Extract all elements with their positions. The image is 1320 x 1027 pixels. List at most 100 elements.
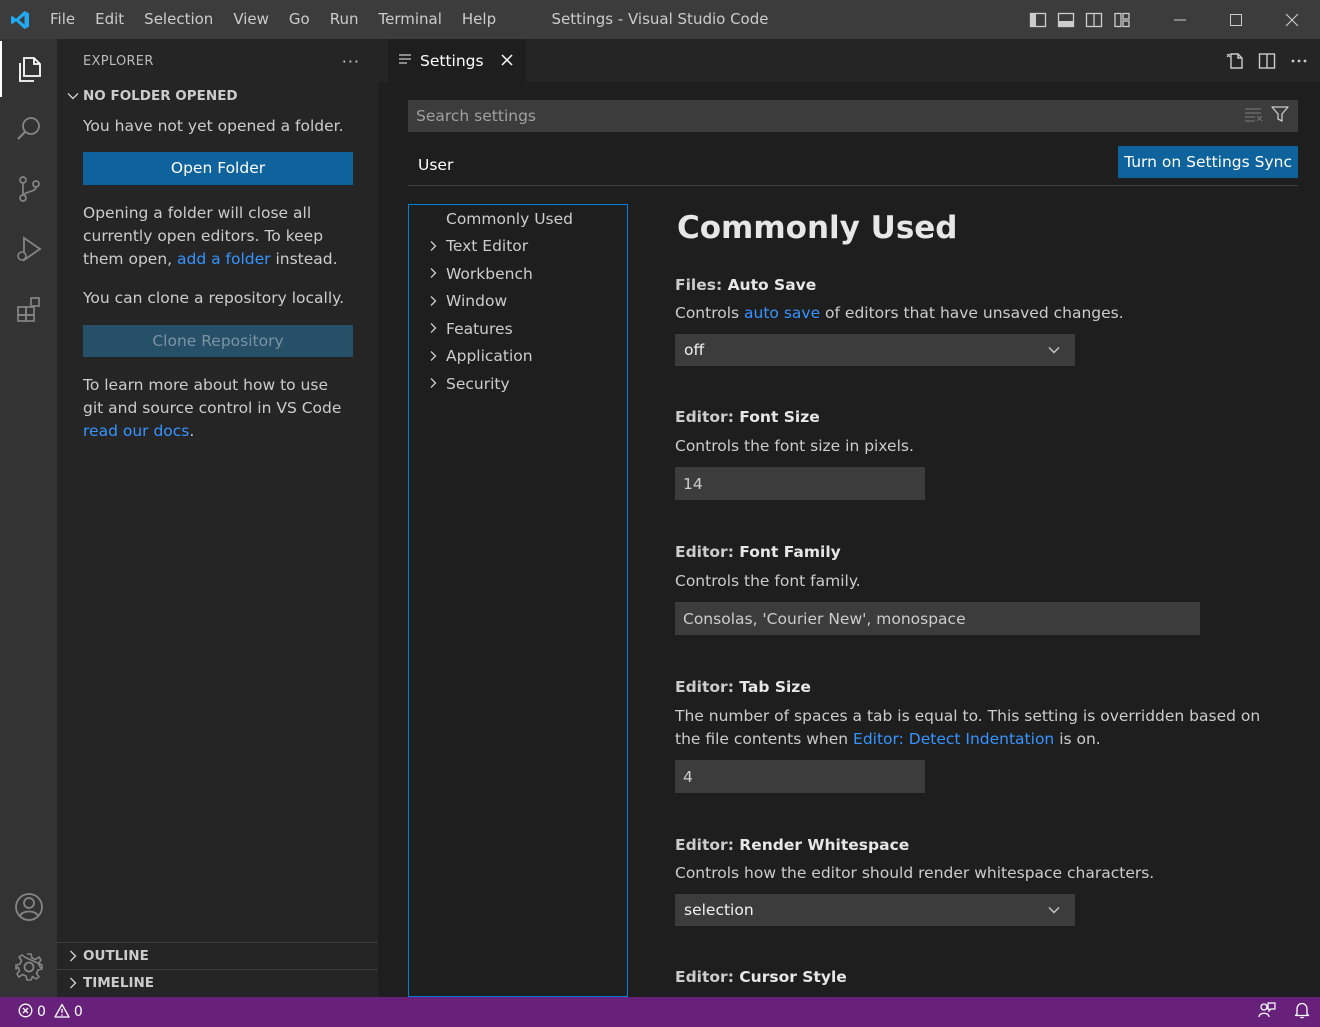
chevron-right-icon bbox=[426, 265, 440, 281]
search-settings-box bbox=[408, 100, 1298, 132]
setting-title-font-family: Editor: Font Family bbox=[675, 543, 841, 561]
accounts-icon[interactable] bbox=[0, 879, 57, 935]
clone-repository-button[interactable]: Clone Repository bbox=[83, 325, 353, 357]
settings-list-icon bbox=[398, 52, 412, 70]
problems-indicator[interactable]: 0 0 bbox=[0, 1003, 83, 1022]
render-whitespace-dropdown[interactable]: selection bbox=[675, 894, 1075, 926]
close-tab-icon[interactable] bbox=[498, 51, 516, 69]
chevron-right-icon bbox=[63, 976, 83, 990]
scope-divider bbox=[408, 185, 1298, 186]
toggle-panel-icon[interactable] bbox=[1056, 10, 1076, 30]
menu-edit[interactable]: Edit bbox=[85, 0, 134, 39]
vscode-logo-icon bbox=[0, 0, 40, 39]
font-family-input[interactable] bbox=[675, 602, 1200, 635]
tab-size-input[interactable] bbox=[675, 760, 925, 793]
toc-item-workbench[interactable]: Workbench bbox=[409, 260, 627, 287]
chevron-down-icon bbox=[1046, 342, 1062, 358]
font-size-input[interactable] bbox=[675, 467, 925, 500]
toc-item-security[interactable]: Security bbox=[409, 370, 627, 397]
detect-indentation-link[interactable]: Editor: Detect Indentation bbox=[853, 730, 1054, 748]
sidebar-title: EXPLORER bbox=[83, 53, 154, 69]
chevron-right-icon bbox=[426, 375, 440, 391]
close-window-button[interactable] bbox=[1264, 0, 1320, 39]
outline-label: OUTLINE bbox=[83, 948, 149, 964]
toggle-primary-sidebar-icon[interactable] bbox=[1028, 10, 1048, 30]
maximize-button[interactable] bbox=[1208, 0, 1264, 39]
minimize-button[interactable] bbox=[1152, 0, 1208, 39]
menu-go[interactable]: Go bbox=[279, 0, 320, 39]
menu-bar: File Edit Selection View Go Run Terminal… bbox=[40, 0, 506, 39]
auto-save-link[interactable]: auto save bbox=[744, 304, 820, 322]
toc-item-features[interactable]: Features bbox=[409, 315, 627, 342]
chevron-down-icon bbox=[63, 89, 83, 103]
outline-section-header[interactable]: OUTLINE bbox=[57, 942, 378, 969]
add-folder-link[interactable]: add a folder bbox=[177, 250, 271, 268]
opening-folder-message: Opening a folder will close all currentl… bbox=[83, 204, 338, 268]
open-settings-json-icon[interactable] bbox=[1224, 50, 1246, 72]
source-control-icon[interactable] bbox=[0, 161, 57, 217]
setting-title-cursor-style: Editor: Cursor Style bbox=[675, 968, 847, 986]
chevron-right-icon bbox=[426, 293, 440, 309]
explorer-icon[interactable] bbox=[0, 41, 57, 97]
setting-title-tab-size: Editor: Tab Size bbox=[675, 678, 811, 696]
setting-title-font-size: Editor: Font Size bbox=[675, 408, 820, 426]
more-actions-icon[interactable] bbox=[1288, 50, 1310, 72]
editor-tab-bar: Settings bbox=[378, 39, 1320, 82]
open-folder-button[interactable]: Open Folder bbox=[83, 152, 353, 185]
setting-desc-auto-save: Controls auto save of editors that have … bbox=[675, 304, 1124, 322]
search-settings-input[interactable] bbox=[408, 100, 1244, 132]
read-docs-link[interactable]: read our docs bbox=[83, 422, 189, 440]
chevron-right-icon bbox=[426, 348, 440, 364]
learn-more-message: To learn more about how to use git and s… bbox=[83, 376, 342, 440]
timeline-section-header[interactable]: TIMELINE bbox=[57, 969, 378, 996]
menu-file[interactable]: File bbox=[40, 0, 85, 39]
menu-selection[interactable]: Selection bbox=[134, 0, 223, 39]
activity-bar bbox=[0, 39, 57, 997]
error-count: 0 bbox=[37, 1004, 46, 1020]
chevron-right-icon bbox=[63, 949, 83, 963]
search-icon[interactable] bbox=[0, 101, 57, 157]
menu-run[interactable]: Run bbox=[320, 0, 369, 39]
toc-item-commonly-used[interactable]: Commonly Used bbox=[409, 205, 627, 232]
manage-gear-icon[interactable] bbox=[0, 939, 57, 995]
no-folder-section-label: NO FOLDER OPENED bbox=[83, 88, 238, 104]
warning-count: 0 bbox=[73, 1004, 83, 1020]
auto-save-value: off bbox=[684, 341, 705, 359]
customize-layout-icon[interactable] bbox=[1112, 10, 1132, 30]
settings-tab[interactable]: Settings bbox=[388, 39, 526, 82]
chevron-down-icon bbox=[1046, 902, 1062, 918]
chevron-right-icon bbox=[426, 238, 440, 254]
toc-item-text-editor[interactable]: Text Editor bbox=[409, 233, 627, 260]
turn-on-settings-sync-button[interactable]: Turn on Settings Sync bbox=[1118, 146, 1298, 178]
split-editor-icon[interactable] bbox=[1256, 50, 1278, 72]
setting-desc-render-whitespace: Controls how the editor should render wh… bbox=[675, 864, 1155, 882]
settings-tab-label: Settings bbox=[420, 51, 484, 70]
settings-toc: Commonly Used Text Editor Workbench Wind… bbox=[408, 204, 628, 997]
settings-editor: User Turn on Settings Sync Commonly Used… bbox=[378, 82, 1320, 997]
setting-desc-font-family: Controls the font family. bbox=[675, 572, 861, 590]
feedback-icon[interactable] bbox=[1258, 1001, 1276, 1023]
menu-terminal[interactable]: Terminal bbox=[369, 0, 452, 39]
menu-help[interactable]: Help bbox=[452, 0, 506, 39]
error-icon bbox=[18, 1003, 33, 1022]
explorer-sidebar: EXPLORER ··· NO FOLDER OPENED You have n… bbox=[57, 39, 378, 997]
settings-section-heading: Commonly Used bbox=[677, 210, 958, 246]
extensions-icon[interactable] bbox=[0, 281, 57, 337]
filter-icon[interactable] bbox=[1270, 105, 1290, 127]
warning-icon bbox=[54, 1003, 70, 1022]
auto-save-dropdown[interactable]: off bbox=[675, 334, 1075, 366]
toc-item-window[interactable]: Window bbox=[409, 288, 627, 315]
no-folder-section-header[interactable]: NO FOLDER OPENED bbox=[57, 83, 378, 109]
timeline-label: TIMELINE bbox=[83, 975, 155, 991]
setting-desc-font-size: Controls the font size in pixels. bbox=[675, 437, 914, 455]
menu-view[interactable]: View bbox=[223, 0, 279, 39]
render-whitespace-value: selection bbox=[684, 901, 754, 919]
clear-filter-icon[interactable] bbox=[1244, 105, 1264, 127]
user-scope-tab[interactable]: User bbox=[408, 148, 464, 186]
toggle-secondary-sidebar-icon[interactable] bbox=[1084, 10, 1104, 30]
notifications-bell-icon[interactable] bbox=[1294, 1001, 1310, 1023]
more-actions-icon[interactable]: ··· bbox=[342, 52, 360, 71]
run-debug-icon[interactable] bbox=[0, 221, 57, 277]
setting-title-render-whitespace: Editor: Render Whitespace bbox=[675, 836, 910, 854]
toc-item-application[interactable]: Application bbox=[409, 343, 627, 370]
